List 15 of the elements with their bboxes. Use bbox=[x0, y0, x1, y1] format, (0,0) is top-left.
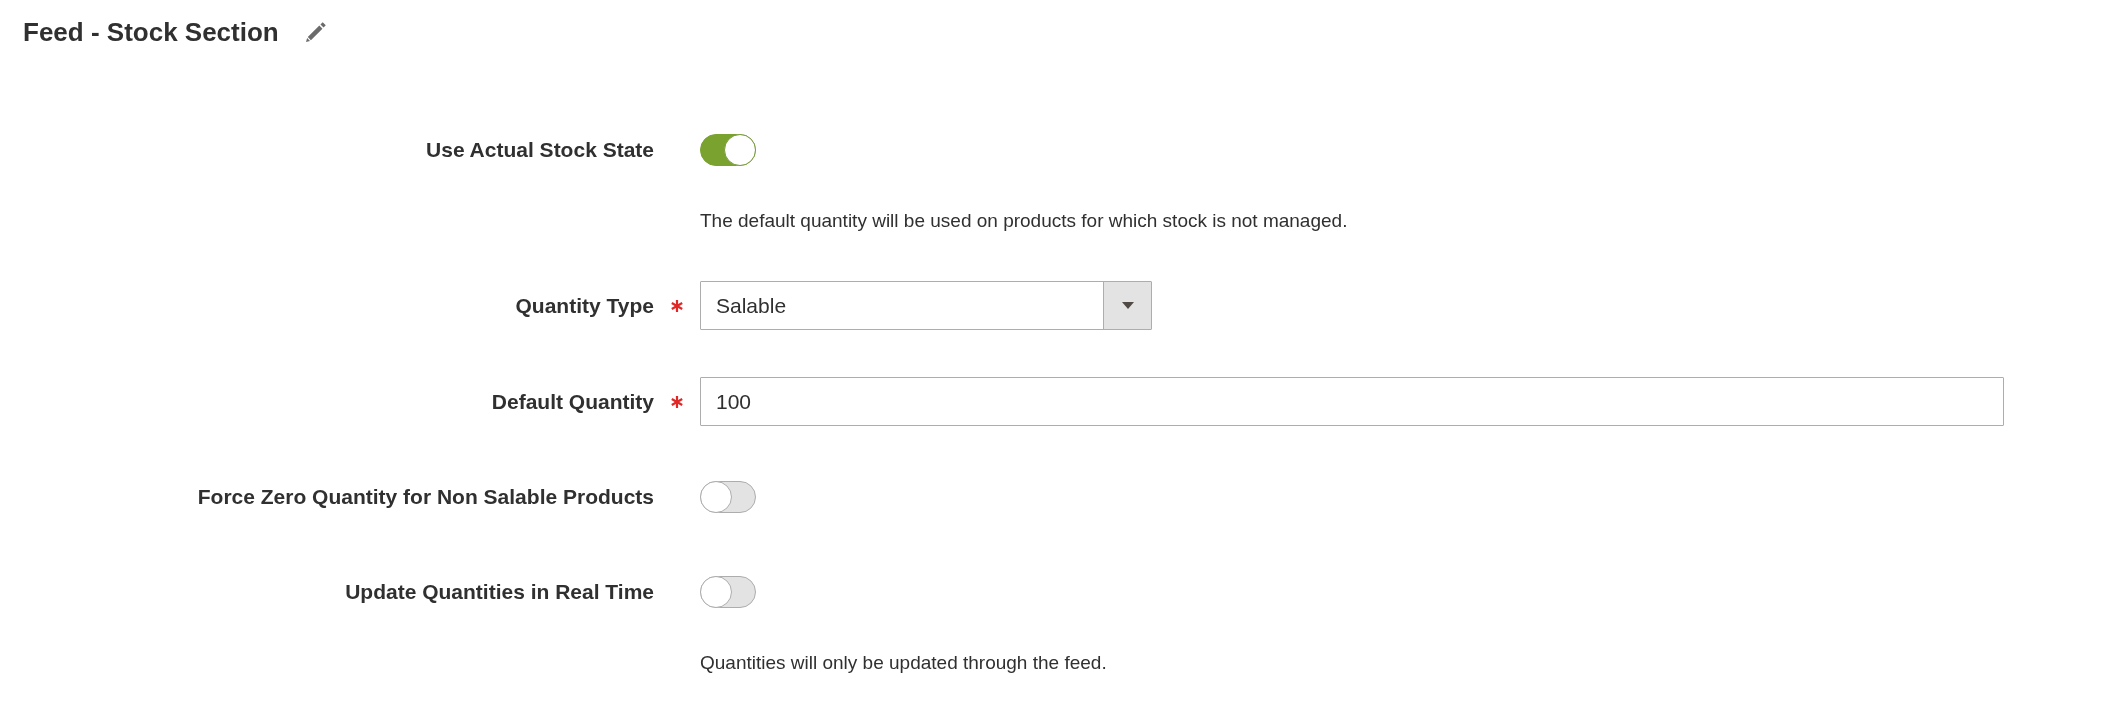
field-label: Update Quantities in Real Time bbox=[345, 579, 654, 605]
field-label: Default Quantity bbox=[491, 388, 654, 415]
help-text: Quantities will only be updated through the feed. bbox=[700, 651, 1107, 675]
help-text: The default quantity will be used on products for which stock is not managed. bbox=[700, 209, 1348, 233]
input-field[interactable]: 100 bbox=[700, 377, 2004, 426]
dropdown[interactable]: Salable bbox=[700, 281, 1152, 330]
field-label: Quantity Type bbox=[515, 292, 654, 319]
toggle-switch[interactable] bbox=[700, 134, 756, 166]
field-label: Force Zero Quantity for Non Salable Products bbox=[197, 484, 654, 510]
toggle-switch[interactable] bbox=[700, 481, 756, 513]
toggle-switch[interactable] bbox=[700, 576, 756, 608]
caret-icon[interactable] bbox=[1103, 282, 1151, 329]
field-label: Use Actual Stock State bbox=[426, 137, 654, 163]
page-title: Feed - Stock Section bbox=[23, 16, 279, 48]
pencil-icon[interactable] bbox=[305, 22, 326, 42]
